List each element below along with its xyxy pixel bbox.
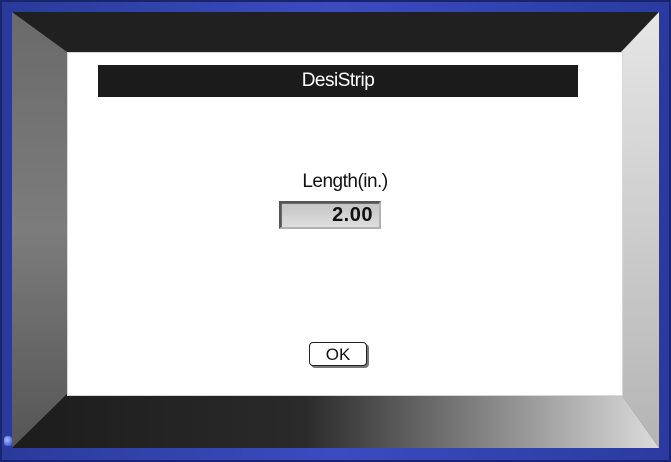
length-input[interactable]: 2.00 — [279, 201, 381, 229]
frame-bottom — [12, 394, 659, 448]
frame-top — [12, 12, 659, 52]
length-label: Length(in.) — [302, 171, 388, 192]
dialog-title: DesiStrip — [98, 65, 578, 97]
power-indicator-icon — [4, 436, 12, 446]
device-bezel: DesiStrip Length(in.) 2.00 OK — [0, 0, 671, 462]
ok-button[interactable]: OK — [309, 342, 367, 366]
frame-left — [12, 12, 67, 448]
length-value: 2.00 — [332, 204, 373, 226]
desistrip-dialog: DesiStrip Length(in.) 2.00 OK — [67, 52, 623, 396]
device-screen: DesiStrip Length(in.) 2.00 OK — [12, 12, 659, 448]
frame-right — [621, 12, 659, 448]
